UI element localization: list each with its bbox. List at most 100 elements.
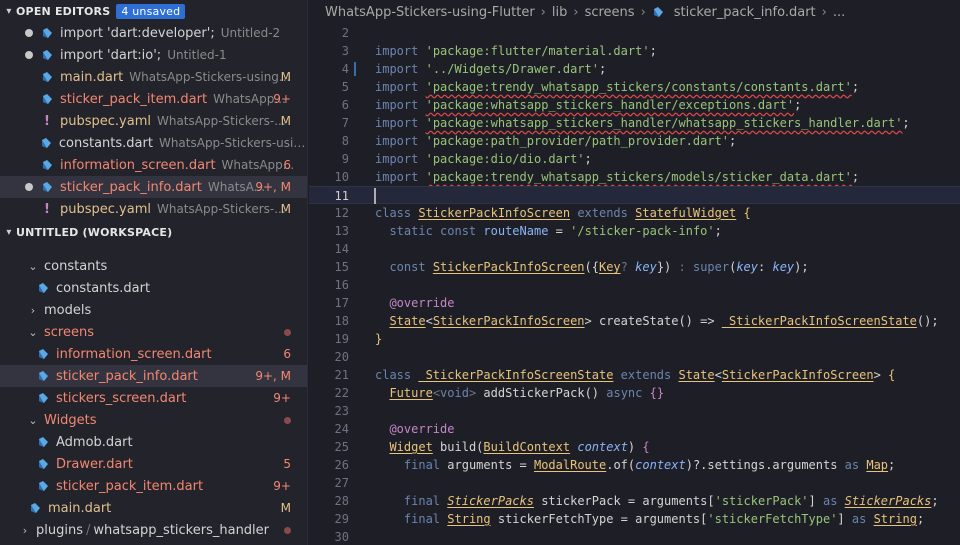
code-line: 10 import 'package:trendy_whatsapp_sticke… — [309, 168, 960, 186]
code-line: 13 static const routeName = '/sticker-pa… — [309, 222, 960, 240]
open-editor-name: pubspec.yaml — [60, 113, 151, 129]
unsaved-dot-icon — [24, 182, 34, 192]
code-line: 29 final String stickerFetchType = argum… — [309, 510, 960, 528]
line-number: 11 — [334, 189, 349, 203]
code-area[interactable]: 2 3 import 'package:flutter/material.dart… — [309, 24, 960, 545]
open-editor-desc: WhatsApp-Stickers-... — [156, 202, 286, 216]
chevron-right-icon: › — [22, 523, 28, 537]
chevron-right-icon: › — [30, 303, 36, 317]
tree-folder-plugins[interactable]: › plugins / whatsapp_stickers_handler — [0, 519, 307, 541]
breadcrumb-item[interactable]: sticker_pack_info.dart — [674, 5, 816, 20]
line-number: 15 — [334, 260, 349, 274]
tree-folder-models[interactable]: › models — [0, 299, 307, 321]
code-line: 18 State<StickerPackInfoScreen> createSt… — [309, 312, 960, 330]
tree-item-label: stickers_screen.dart — [56, 390, 187, 406]
open-editor-item[interactable]: information_screen.dart WhatsApp... 6 — [0, 154, 307, 176]
code-line: 8 import 'package:path_provider/path_prov… — [309, 132, 960, 150]
tree-file[interactable]: Admob.dart — [0, 431, 307, 453]
open-editors-header[interactable]: ▾ OPEN EDITORS 4 unsaved — [0, 0, 307, 22]
open-editor-item[interactable]: constants.dart WhatsApp-Stickers-using..… — [0, 132, 307, 154]
line-number: 29 — [334, 512, 349, 526]
line-number: 16 — [334, 278, 349, 292]
open-editor-item[interactable]: ! pubspec.yaml WhatsApp-Stickers-... M — [0, 110, 307, 132]
dart-file-icon — [40, 93, 54, 105]
code-line: 28 final StickerPacks stickerPack = argu… — [309, 492, 960, 510]
open-editor-item[interactable]: import 'dart:developer'; Untitled-2 — [0, 22, 307, 44]
dart-file-icon — [40, 181, 54, 193]
tree-file-active[interactable]: sticker_pack_info.dart 9+, M — [0, 365, 307, 387]
breadcrumb-item[interactable]: WhatsApp-Stickers-using-Flutter — [325, 5, 535, 20]
tree-folder-screens[interactable]: ⌄ screens — [0, 321, 307, 343]
code-line: 7 import 'package:whatsapp_stickers_handl… — [309, 114, 960, 132]
line-number: 14 — [334, 242, 349, 256]
git-status: M — [280, 202, 291, 216]
open-editor-item[interactable]: ! pubspec.yaml WhatsApp-Stickers-... M — [0, 198, 307, 220]
tree-file[interactable]: main.dart M — [0, 497, 307, 519]
tree-item-label: sticker_pack_item.dart — [56, 478, 204, 494]
dart-file-icon — [36, 348, 50, 360]
code-line: 16 — [309, 276, 960, 294]
tree-item-label: constants — [44, 258, 108, 274]
tree-file[interactable]: Drawer.dart 5 — [0, 453, 307, 475]
open-editor-desc: WhatsApp-Stickers-using... — [158, 136, 307, 150]
line-number: 23 — [334, 404, 349, 418]
line-number: 9 — [341, 152, 349, 166]
dart-file-icon — [36, 436, 50, 448]
tree-file[interactable]: constants.dart — [0, 277, 307, 299]
chevron-right-icon: › — [640, 4, 646, 20]
line-number: 21 — [334, 368, 349, 382]
code-line: 30 — [309, 528, 960, 545]
open-editor-item[interactable]: main.dart WhatsApp-Stickers-using... M — [0, 66, 307, 88]
code-line: 25 Widget build(BuildContext context) { — [309, 438, 960, 456]
dart-file-icon — [40, 27, 54, 39]
line-number: 19 — [334, 332, 349, 346]
modified-dot-icon — [284, 527, 291, 534]
explorer-sidebar: ▾ OPEN EDITORS 4 unsaved import 'dart:de… — [0, 0, 308, 545]
open-editor-desc: Untitled-2 — [220, 26, 281, 40]
line-number: 2 — [341, 26, 349, 40]
chevron-down-icon: ⌄ — [28, 259, 38, 273]
open-editor-item[interactable]: import 'dart:io'; Untitled-1 — [0, 44, 307, 66]
breadcrumb-item[interactable]: lib — [552, 5, 567, 20]
breadcrumb-item[interactable]: ... — [833, 5, 845, 20]
modified-dot-icon — [284, 417, 291, 424]
code-line: 12 class StickerPackInfoScreen extends St… — [309, 204, 960, 222]
open-editor-name: main.dart — [60, 69, 124, 85]
open-editor-item[interactable]: sticker_pack_item.dart WhatsApp... 9+ — [0, 88, 307, 110]
code-line: 6 import 'package:whatsapp_stickers_handl… — [309, 96, 960, 114]
line-number: 26 — [334, 458, 349, 472]
chevron-down-icon: ⌄ — [28, 325, 38, 339]
chevron-right-icon: › — [821, 4, 827, 20]
open-editor-name: sticker_pack_item.dart — [60, 91, 208, 107]
tree-folder-constants[interactable]: ⌄ constants — [0, 255, 307, 277]
open-editors-title: OPEN EDITORS — [16, 4, 111, 18]
workspace-header[interactable]: ▾ UNTITLED (WORKSPACE) — [0, 221, 307, 243]
code-line: 26 final arguments = ModalRoute.of(conte… — [309, 456, 960, 474]
tree-file[interactable]: stickers_screen.dart 9+ — [0, 387, 307, 409]
problem-count: 6 — [283, 347, 291, 361]
breadcrumb: WhatsApp-Stickers-using-Flutter › lib › … — [309, 0, 960, 24]
dart-file-icon — [36, 370, 50, 382]
dart-file-icon — [40, 71, 54, 83]
git-status: M — [280, 501, 291, 515]
dart-file-icon — [28, 502, 42, 514]
tree-file[interactable]: information_screen.dart 6 — [0, 343, 307, 365]
tree-folder-widgets[interactable]: ⌄ Widgets — [0, 409, 307, 431]
line-number: 13 — [334, 224, 349, 238]
tree-item-label: Drawer.dart — [56, 456, 133, 472]
tree-file[interactable]: sticker_pack_item.dart 9+ — [0, 475, 307, 497]
breadcrumb-item[interactable]: screens — [585, 5, 635, 20]
dart-file-icon — [40, 137, 53, 149]
line-number: 27 — [334, 476, 349, 490]
line-number: 25 — [334, 440, 349, 454]
open-editor-item-active[interactable]: sticker_pack_info.dart WhatsA... 9+, M — [0, 176, 307, 198]
tree-item-sublabel: whatsapp_stickers_handler — [93, 522, 270, 538]
dart-file-icon — [652, 6, 669, 18]
chevron-right-icon: › — [573, 4, 579, 20]
open-editor-name: import 'dart:developer'; — [60, 25, 215, 41]
dart-file-icon — [40, 49, 54, 61]
code-editor: WhatsApp-Stickers-using-Flutter › lib › … — [309, 0, 960, 545]
line-number: 18 — [334, 314, 349, 328]
open-editor-name: pubspec.yaml — [60, 201, 151, 217]
line-number: 3 — [341, 44, 349, 58]
